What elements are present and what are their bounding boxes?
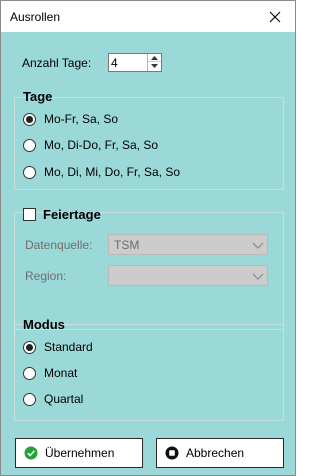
- chevron-down-icon: [252, 273, 264, 280]
- tage-group-title: Tage: [23, 89, 53, 104]
- days-count-spinner: [108, 53, 162, 72]
- radio-button[interactable]: [23, 112, 36, 126]
- title-bar: Ausrollen: [1, 1, 295, 32]
- tage-option-all-days[interactable]: Mo, Di, Mi, Do, Fr, Sa, So: [23, 165, 180, 179]
- datenquelle-value: TSM: [114, 238, 140, 252]
- tage-option-mo-fr-sa-so[interactable]: Mo-Fr, Sa, So: [23, 112, 118, 126]
- stop-circle-icon: [165, 446, 179, 460]
- tage-option-mo-di-do-fr-sa-so[interactable]: Mo, Di-Do, Fr, Sa, So: [23, 138, 158, 152]
- window-title: Ausrollen: [10, 10, 61, 24]
- region-label: Region:: [25, 269, 67, 283]
- radio-label: Mo-Fr, Sa, So: [44, 112, 119, 126]
- datenquelle-label: Datenquelle:: [25, 238, 93, 252]
- check-circle-icon: [24, 446, 38, 460]
- abbrechen-label: Abbrechen: [186, 446, 245, 460]
- uebernehmen-label: Übernehmen: [45, 446, 115, 460]
- datenquelle-select[interactable]: TSM: [108, 234, 268, 255]
- days-count-label: Anzahl Tage:: [22, 56, 92, 70]
- chevron-down-icon: [252, 242, 264, 249]
- spin-buttons: [147, 54, 161, 71]
- dialog-body: Anzahl Tage: Tage Mo-Fr, Sa, So Mo, Di-D…: [1, 32, 295, 475]
- triangle-up-icon: [151, 55, 158, 60]
- triangle-down-icon: [151, 64, 158, 68]
- radio-button[interactable]: [23, 138, 36, 152]
- feiertage-group-title: Feiertage: [43, 207, 101, 222]
- radio-button[interactable]: [23, 366, 36, 380]
- modus-option-monat[interactable]: Monat: [23, 366, 77, 380]
- region-select[interactable]: [108, 265, 268, 286]
- days-count-input[interactable]: [109, 54, 147, 71]
- close-icon: [269, 11, 281, 22]
- radio-label: Standard: [44, 340, 93, 354]
- modus-option-standard[interactable]: Standard: [23, 340, 93, 354]
- uebernehmen-button[interactable]: Übernehmen: [15, 438, 143, 468]
- spin-down-button[interactable]: [148, 62, 161, 70]
- radio-label: Mo, Di, Mi, Do, Fr, Sa, So: [44, 165, 181, 179]
- spin-up-button[interactable]: [148, 54, 161, 62]
- radio-button[interactable]: [23, 165, 36, 179]
- modus-group-title: Modus: [23, 317, 65, 332]
- radio-label: Monat: [44, 366, 78, 380]
- ausrollen-dialog: Ausrollen Anzahl Tage: Tage: [0, 0, 296, 476]
- close-button[interactable]: [255, 1, 295, 32]
- radio-button[interactable]: [23, 340, 36, 354]
- radio-button[interactable]: [23, 392, 36, 406]
- abbrechen-button[interactable]: Abbrechen: [156, 438, 284, 468]
- radio-label: Quartal: [44, 392, 84, 406]
- radio-label: Mo, Di-Do, Fr, Sa, So: [44, 138, 159, 152]
- modus-option-quartal[interactable]: Quartal: [23, 392, 83, 406]
- feiertage-checkbox-row[interactable]: Feiertage: [23, 207, 101, 222]
- feiertage-checkbox[interactable]: [23, 208, 36, 221]
